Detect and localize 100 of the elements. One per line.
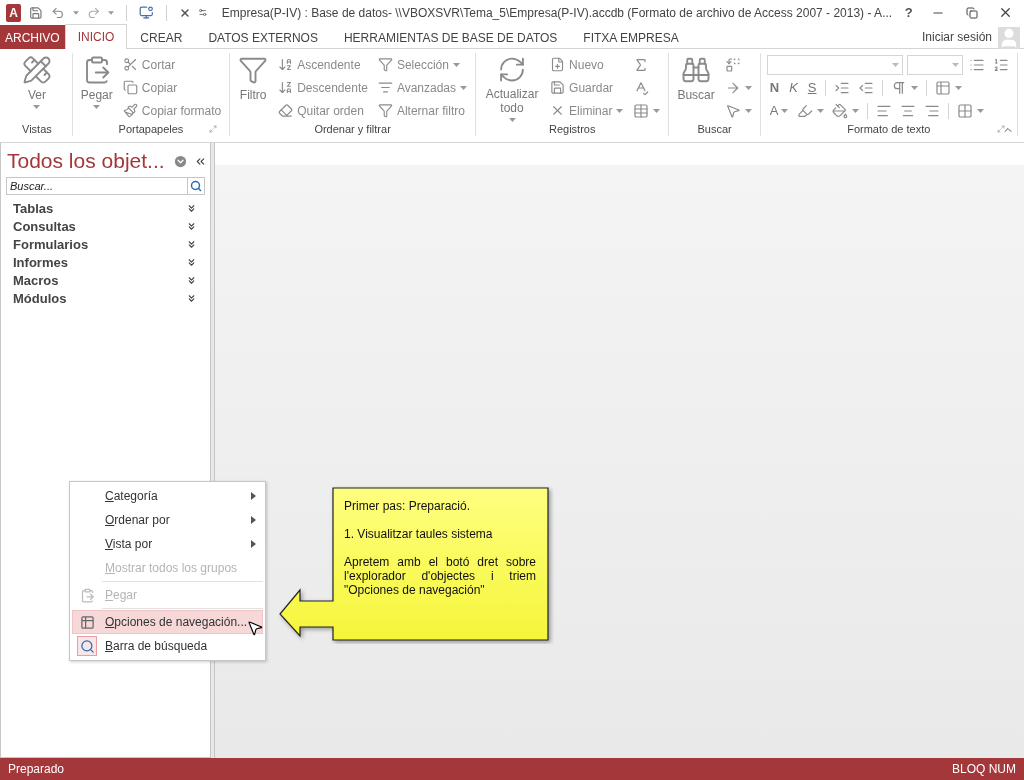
app-logo: A	[6, 3, 22, 22]
dialog-launcher-icon[interactable]	[996, 125, 1005, 133]
caret-icon	[817, 108, 825, 113]
filter-icon	[238, 55, 269, 85]
search-icon	[190, 180, 202, 192]
format-button[interactable]: S	[804, 76, 820, 99]
ribbon-tab[interactable]: DATOS EXTERNOS	[195, 25, 331, 49]
filter-icon	[377, 57, 393, 72]
caret-icon	[852, 108, 860, 113]
filter-icon	[377, 103, 393, 118]
menu-item[interactable]: Opciones de navegación...	[72, 610, 263, 634]
search-button[interactable]	[187, 177, 205, 195]
expand-icon	[186, 256, 197, 268]
ribbon-tab[interactable]: FITXA EMPRESA	[570, 25, 692, 49]
paint-bucket-icon	[832, 102, 849, 119]
ribbon-button[interactable]: Quitar orden	[276, 99, 370, 122]
ribbon-button[interactable]: Buscar	[675, 53, 717, 122]
save-icon[interactable]	[29, 4, 43, 21]
expand-icon	[186, 238, 197, 250]
nav-group-header[interactable]: Módulos	[4, 289, 207, 307]
ribbon-button[interactable]: Descendente	[276, 76, 370, 99]
sort-ascending-icon	[278, 57, 294, 72]
eraser-icon	[278, 103, 294, 118]
gridlines-icon	[935, 79, 952, 96]
ribbon-button[interactable]: Ver	[8, 53, 66, 122]
group-label: Ordenar y filtrar	[313, 123, 392, 135]
caret-icon	[891, 62, 899, 67]
ribbon-tab[interactable]: CREAR	[127, 25, 196, 49]
caret-icon	[977, 108, 985, 113]
menu-item[interactable]: Vista por	[72, 532, 263, 556]
save-icon	[550, 80, 566, 95]
sign-in-link[interactable]: Iniciar sesión	[921, 29, 992, 44]
caret-icon	[93, 105, 101, 109]
ribbon-tab[interactable]: INICIO	[64, 24, 128, 49]
format-button[interactable]: A	[766, 99, 792, 122]
binoculars-icon	[681, 55, 712, 85]
nav-pane-title[interactable]: Todos los objet...	[7, 149, 167, 173]
dialog-launcher-icon[interactable]	[209, 125, 218, 133]
submenu-arrow-icon	[251, 516, 256, 524]
submenu-arrow-icon	[251, 540, 256, 548]
ribbon-button[interactable]: Filtro	[236, 53, 271, 122]
num-lock-indicator: BLOQ NUM	[952, 762, 1016, 776]
expand-icon	[186, 202, 197, 214]
format-button[interactable]: K	[786, 76, 801, 99]
ribbon-button[interactable]: Actualizar todo	[482, 53, 543, 122]
customize-menu-icon[interactable]	[198, 7, 208, 18]
help-button[interactable]: ?	[900, 5, 918, 20]
submenu-arrow-icon	[251, 492, 256, 500]
pointer-icon	[724, 102, 741, 119]
ribbon-tab[interactable]: HERRAMIENTAS DE BASE DE DATOS	[330, 25, 571, 49]
spell-check-icon	[633, 79, 650, 96]
ribbon-button[interactable]: Copiar formato	[120, 99, 224, 122]
font-name-field[interactable]	[766, 54, 903, 75]
callout-step: 1. Visualitzar taules sistema	[344, 527, 536, 541]
highlighter-icon	[797, 102, 814, 119]
nav-group-header[interactable]: Informes	[4, 253, 207, 271]
restore-icon[interactable]	[965, 6, 978, 19]
clipboard-icon	[79, 587, 95, 603]
dropdown-icon[interactable]	[173, 153, 188, 169]
ribbon-button[interactable]: Copiar	[120, 76, 224, 99]
format-button[interactable]: N	[766, 76, 783, 99]
caret-icon	[108, 10, 115, 15]
menu-item[interactable]: Categoría	[72, 484, 263, 508]
replace-icon	[724, 56, 741, 73]
nav-group-header[interactable]: Macros	[4, 271, 207, 289]
ribbon-button[interactable]: Pegar	[78, 53, 115, 122]
monitor-icon[interactable]	[139, 4, 154, 21]
group-label: Registros	[548, 123, 597, 135]
group-label: Portapapeles	[117, 123, 185, 135]
copy-icon	[122, 80, 138, 95]
caret-icon	[33, 105, 41, 109]
ribbon-button[interactable]: Nuevo	[548, 53, 626, 76]
ribbon-button[interactable]: Selección	[375, 53, 470, 76]
nav-group-header[interactable]: Tablas	[4, 199, 207, 217]
menu-item[interactable]: Barra de búsqueda	[72, 634, 263, 658]
nav-group-header[interactable]: Formularios	[4, 235, 207, 253]
file-tab[interactable]: ARCHIVO	[0, 25, 65, 49]
table-icon	[633, 102, 650, 119]
font-size-field[interactable]	[906, 54, 963, 75]
ribbon-button[interactable]: Guardar	[548, 76, 626, 99]
caret-icon	[460, 85, 468, 90]
expand-icon	[186, 220, 197, 232]
caret-icon	[955, 85, 963, 90]
caret-icon	[452, 62, 460, 67]
ribbon-button[interactable]: Ascendente	[276, 53, 370, 76]
options-icon	[79, 614, 95, 630]
scissors-icon	[122, 57, 138, 72]
ribbon-button[interactable]: Alternar filtro	[375, 99, 470, 122]
caret-icon	[653, 108, 661, 113]
ribbon-button[interactable]: Avanzadas	[375, 76, 470, 99]
ribbon-button[interactable]: Cortar	[120, 53, 224, 76]
expand-icon	[186, 292, 197, 304]
file-plus-icon	[550, 57, 566, 72]
grid-icon	[957, 102, 974, 119]
caret-icon	[616, 108, 624, 113]
group-label: Formato de texto	[846, 123, 932, 135]
nav-group-header[interactable]: Consultas	[4, 217, 207, 235]
search-field[interactable]: Buscar...	[6, 177, 187, 195]
menu-item[interactable]: Ordenar por	[72, 508, 263, 532]
ribbon-button[interactable]: Eliminar	[548, 99, 626, 122]
